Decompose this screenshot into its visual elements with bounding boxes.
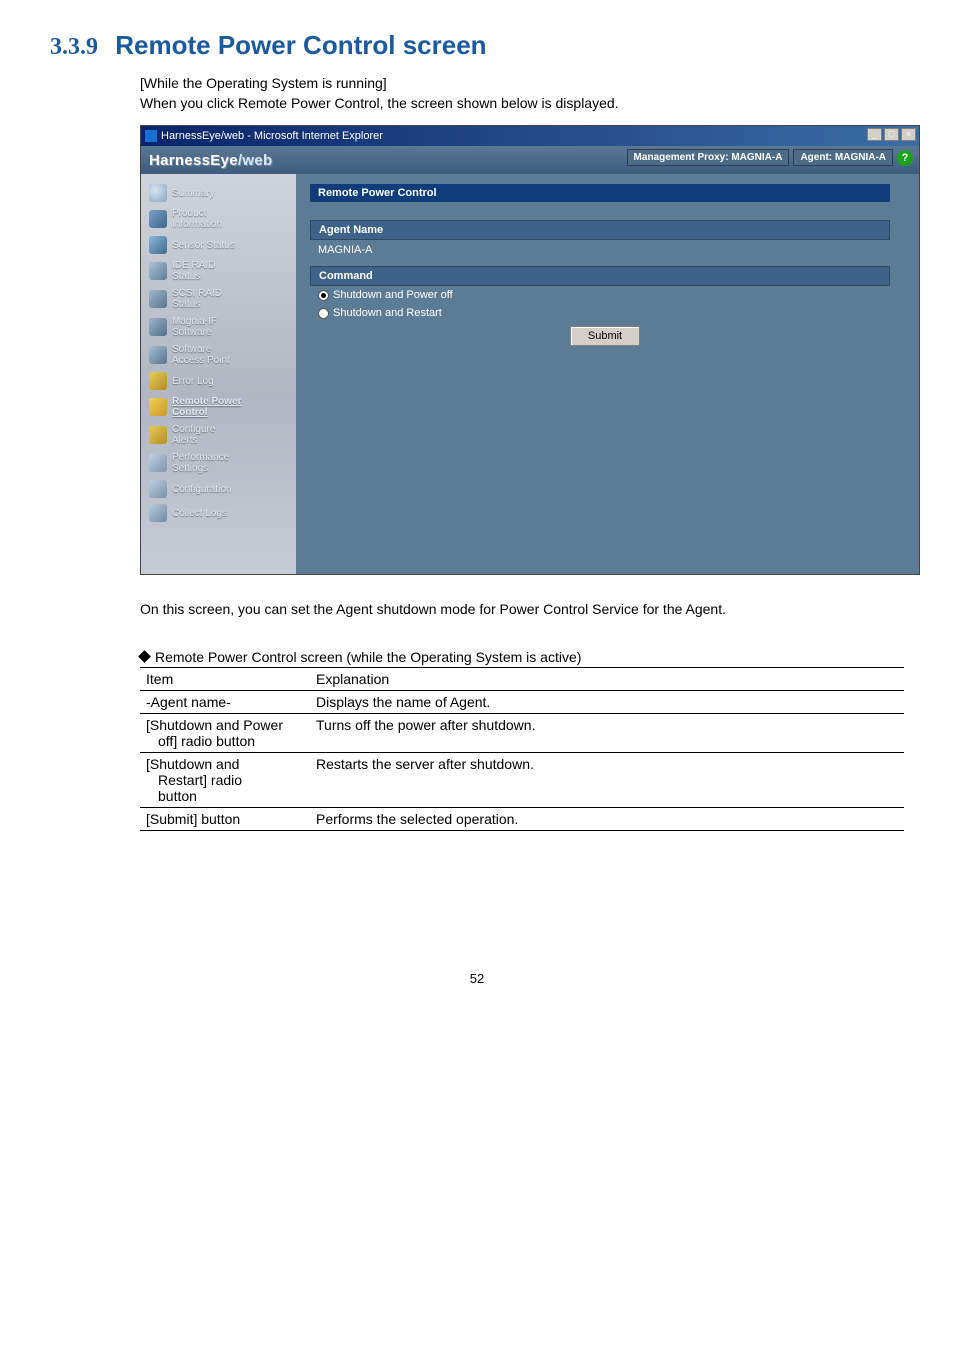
agent-name-value: MAGNIA-A (310, 240, 890, 260)
sidebar-item-label: ConfigureAlerts (172, 424, 215, 446)
sidebar-item-label: Error Log (172, 376, 214, 387)
page-number: 52 (50, 971, 904, 986)
section-number: 3.3.9 (50, 34, 98, 60)
remote-power-icon (149, 398, 167, 416)
magnia-if-icon (149, 318, 167, 336)
app-brand: HarnessEye (149, 152, 238, 169)
table-row: [Submit] button Performs the selected op… (140, 807, 904, 830)
table-header-item: Item (140, 667, 310, 690)
content-panel: Remote Power Control Agent Name MAGNIA-A… (296, 174, 919, 574)
table-cell-item: [Shutdown and Power off] radio button (140, 713, 310, 752)
app-header: HarnessEye/web Management Proxy: MAGNIA-… (141, 146, 919, 174)
sidebar-item-label: SoftwareAccess Point (172, 344, 230, 366)
ide-raid-icon (149, 262, 167, 280)
sidebar-item-sensor-status[interactable]: Sensor Status (147, 234, 290, 256)
item-line: [Shutdown and Power (146, 717, 283, 733)
item-line: button (146, 788, 304, 804)
sidebar-item-software[interactable]: SoftwareAccess Point (147, 342, 290, 368)
radio-shutdown-poweroff[interactable]: Shutdown and Power off (310, 286, 890, 304)
sidebar-item-label: SCSI RAIDStatus (172, 288, 222, 310)
section-heading: 3.3.9 Remote Power Control screen (50, 30, 904, 61)
radio-shutdown-restart[interactable]: Shutdown and Restart (310, 304, 890, 322)
intro-line-2: When you click Remote Power Control, the… (140, 95, 904, 111)
window-title: HarnessEye/web - Microsoft Internet Expl… (161, 130, 383, 142)
management-proxy-box: Management Proxy: MAGNIA-A (627, 149, 790, 166)
sidebar-item-label: Sensor Status (172, 240, 235, 251)
section-title: Remote Power Control screen (115, 30, 486, 60)
app-suffix: /web (238, 152, 273, 169)
sidebar-item-label: Magnia-IFSoftware (172, 316, 217, 338)
item-line: [Shutdown and (146, 756, 239, 772)
sidebar-item-label: PerformanceSettings (172, 452, 229, 474)
sidebar-item-product-info[interactable]: ProductInformation (147, 206, 290, 232)
table-row: [Shutdown and Power off] radio button Tu… (140, 713, 904, 752)
sidebar-item-label: Configuration (172, 484, 231, 495)
table-caption: Remote Power Control screen (while the O… (140, 649, 904, 665)
table-row: -Agent name- Displays the name of Agent. (140, 690, 904, 713)
table-cell-explanation: Restarts the server after shutdown. (310, 752, 904, 807)
summary-icon (149, 184, 167, 202)
submit-button[interactable]: Submit (570, 326, 640, 346)
app-logo: HarnessEye/web (149, 152, 272, 169)
item-line: [Submit] button (146, 811, 240, 827)
item-line: -Agent name- (146, 694, 231, 710)
table-header-row: Item Explanation (140, 667, 904, 690)
sidebar-item-label: Collect Logs (172, 508, 227, 519)
sidebar-item-configuration[interactable]: Configuration (147, 478, 290, 500)
sidebar-item-label: Remote PowerControl (172, 396, 241, 418)
sidebar-item-magnia-if[interactable]: Magnia-IFSoftware (147, 314, 290, 340)
table-cell-item: [Submit] button (140, 807, 310, 830)
agent-name-header: Agent Name (310, 220, 890, 240)
table-row: [Shutdown and Restart] radio button Rest… (140, 752, 904, 807)
sidebar-item-performance[interactable]: PerformanceSettings (147, 450, 290, 476)
performance-icon (149, 454, 167, 472)
sidebar-item-ide-raid[interactable]: IDE RAIDStatus (147, 258, 290, 284)
sidebar: Summary ProductInformation Sensor Status… (141, 174, 296, 574)
product-info-icon (149, 210, 167, 228)
table-cell-explanation: Turns off the power after shutdown. (310, 713, 904, 752)
agent-box: Agent: MAGNIA-A (793, 149, 893, 166)
scsi-raid-icon (149, 290, 167, 308)
ie-icon (145, 130, 157, 142)
configuration-icon (149, 480, 167, 498)
radio-icon (318, 290, 329, 301)
radio-icon (318, 308, 329, 319)
table-cell-explanation: Performs the selected operation. (310, 807, 904, 830)
sensor-icon (149, 236, 167, 254)
sidebar-item-error-log[interactable]: Error Log (147, 370, 290, 392)
software-icon (149, 346, 167, 364)
sidebar-item-summary[interactable]: Summary (147, 182, 290, 204)
description-table: Item Explanation -Agent name- Displays t… (140, 667, 904, 831)
radio-label: Shutdown and Power off (333, 289, 453, 301)
window-minimize-button[interactable]: _ (867, 128, 882, 141)
collect-logs-icon (149, 504, 167, 522)
sidebar-item-label: ProductInformation (172, 208, 222, 230)
item-line: Restart] radio (146, 772, 304, 788)
sidebar-item-configure-alerts[interactable]: ConfigureAlerts (147, 422, 290, 448)
item-line: off] radio button (146, 733, 304, 749)
intro-line-1: [While the Operating System is running] (140, 75, 904, 91)
window-close-button[interactable]: × (901, 128, 916, 141)
configure-alerts-icon (149, 426, 167, 444)
sidebar-item-scsi-raid[interactable]: SCSI RAIDStatus (147, 286, 290, 312)
sidebar-item-label: IDE RAIDStatus (172, 260, 215, 282)
screenshot-window: HarnessEye/web - Microsoft Internet Expl… (140, 125, 920, 575)
command-header: Command (310, 266, 890, 286)
error-log-icon (149, 372, 167, 390)
table-header-explanation: Explanation (310, 667, 904, 690)
sidebar-item-remote-power[interactable]: Remote PowerControl (147, 394, 290, 420)
help-icon[interactable]: ? (897, 150, 913, 166)
sidebar-item-collect-logs[interactable]: Collect Logs (147, 502, 290, 524)
diamond-icon (138, 650, 151, 663)
after-text: On this screen, you can set the Agent sh… (140, 599, 904, 621)
window-maximize-button[interactable]: □ (884, 128, 899, 141)
radio-label: Shutdown and Restart (333, 307, 442, 319)
table-cell-item: -Agent name- (140, 690, 310, 713)
panel-title: Remote Power Control (310, 184, 890, 202)
table-caption-text: Remote Power Control screen (while the O… (155, 649, 581, 665)
window-titlebar: HarnessEye/web - Microsoft Internet Expl… (141, 126, 919, 146)
table-cell-explanation: Displays the name of Agent. (310, 690, 904, 713)
table-cell-item: [Shutdown and Restart] radio button (140, 752, 310, 807)
sidebar-item-label: Summary (172, 188, 215, 199)
